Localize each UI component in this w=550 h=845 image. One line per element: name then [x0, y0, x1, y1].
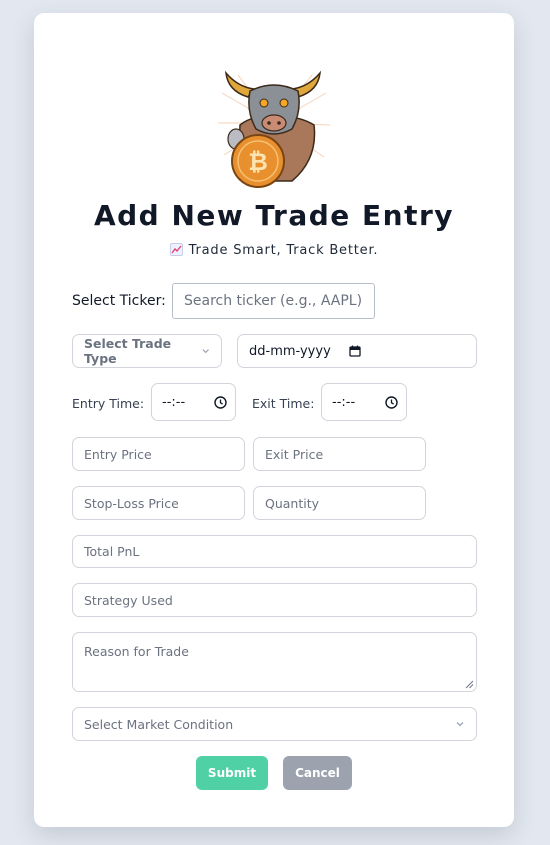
- calendar-icon[interactable]: [349, 345, 361, 357]
- reason-placeholder: Reason for Trade: [84, 644, 189, 659]
- resize-handle-icon[interactable]: [465, 680, 474, 689]
- total-pnl-input[interactable]: Total PnL: [72, 535, 477, 568]
- chart-increasing-icon: [169, 243, 183, 256]
- cancel-button[interactable]: Cancel: [283, 756, 352, 790]
- ticker-search-placeholder: Search ticker (e.g., AAPL): [184, 293, 363, 309]
- ticker-label: Select Ticker:: [72, 293, 166, 309]
- entry-time-input[interactable]: --:--: [151, 383, 236, 421]
- page-title: Add New Trade Entry: [93, 199, 455, 232]
- exit-price-input[interactable]: Exit Price: [253, 437, 426, 471]
- quantity-placeholder: Quantity: [265, 495, 320, 511]
- entry-time-label: Entry Time:: [72, 396, 145, 411]
- subtitle-text: Trade Smart, Track Better.: [188, 243, 379, 258]
- entry-price-placeholder: Entry Price: [84, 446, 152, 462]
- market-condition-value: Select Market Condition: [84, 716, 234, 732]
- clock-icon[interactable]: [214, 395, 227, 409]
- stop-loss-input[interactable]: Stop-Loss Price: [72, 486, 245, 520]
- exit-time-label: Exit Time:: [252, 396, 315, 411]
- reason-textarea[interactable]: Reason for Trade: [72, 632, 477, 692]
- exit-time-input[interactable]: --:--: [321, 383, 407, 421]
- trade-type-value: Select Trade Type: [84, 336, 172, 366]
- chevron-down-icon: [456, 722, 464, 727]
- entry-price-input[interactable]: Entry Price: [72, 437, 245, 471]
- exit-price-placeholder: Exit Price: [265, 446, 324, 462]
- market-condition-select[interactable]: Select Market Condition: [72, 707, 477, 741]
- svg-text:₿: ₿: [248, 148, 268, 176]
- stop-loss-placeholder: Stop-Loss Price: [84, 495, 179, 511]
- ticker-search-input[interactable]: Search ticker (e.g., AAPL): [172, 283, 375, 319]
- entry-time-value: --:--: [162, 394, 186, 410]
- bull-bitcoin-mascot-icon: ₿: [218, 70, 330, 188]
- clock-icon[interactable]: [385, 395, 398, 409]
- total-pnl-placeholder: Total PnL: [84, 544, 140, 559]
- chevron-down-icon: [202, 349, 209, 354]
- trade-date-input[interactable]: dd-mm-yyyy: [237, 334, 477, 368]
- submit-button[interactable]: Submit: [196, 756, 268, 790]
- page-subtitle: Trade Smart, Track Better.: [34, 243, 514, 258]
- trade-type-select[interactable]: Select Trade Type: [72, 334, 222, 368]
- strategy-input[interactable]: Strategy Used: [72, 583, 477, 617]
- quantity-input[interactable]: Quantity: [253, 486, 426, 520]
- strategy-placeholder: Strategy Used: [84, 592, 173, 608]
- trade-entry-card: ₿ Add New Trade Entry Trade Smart, Track…: [34, 13, 514, 827]
- trade-date-value: dd-mm-yyyy: [249, 343, 331, 359]
- exit-time-value: --:--: [332, 394, 356, 410]
